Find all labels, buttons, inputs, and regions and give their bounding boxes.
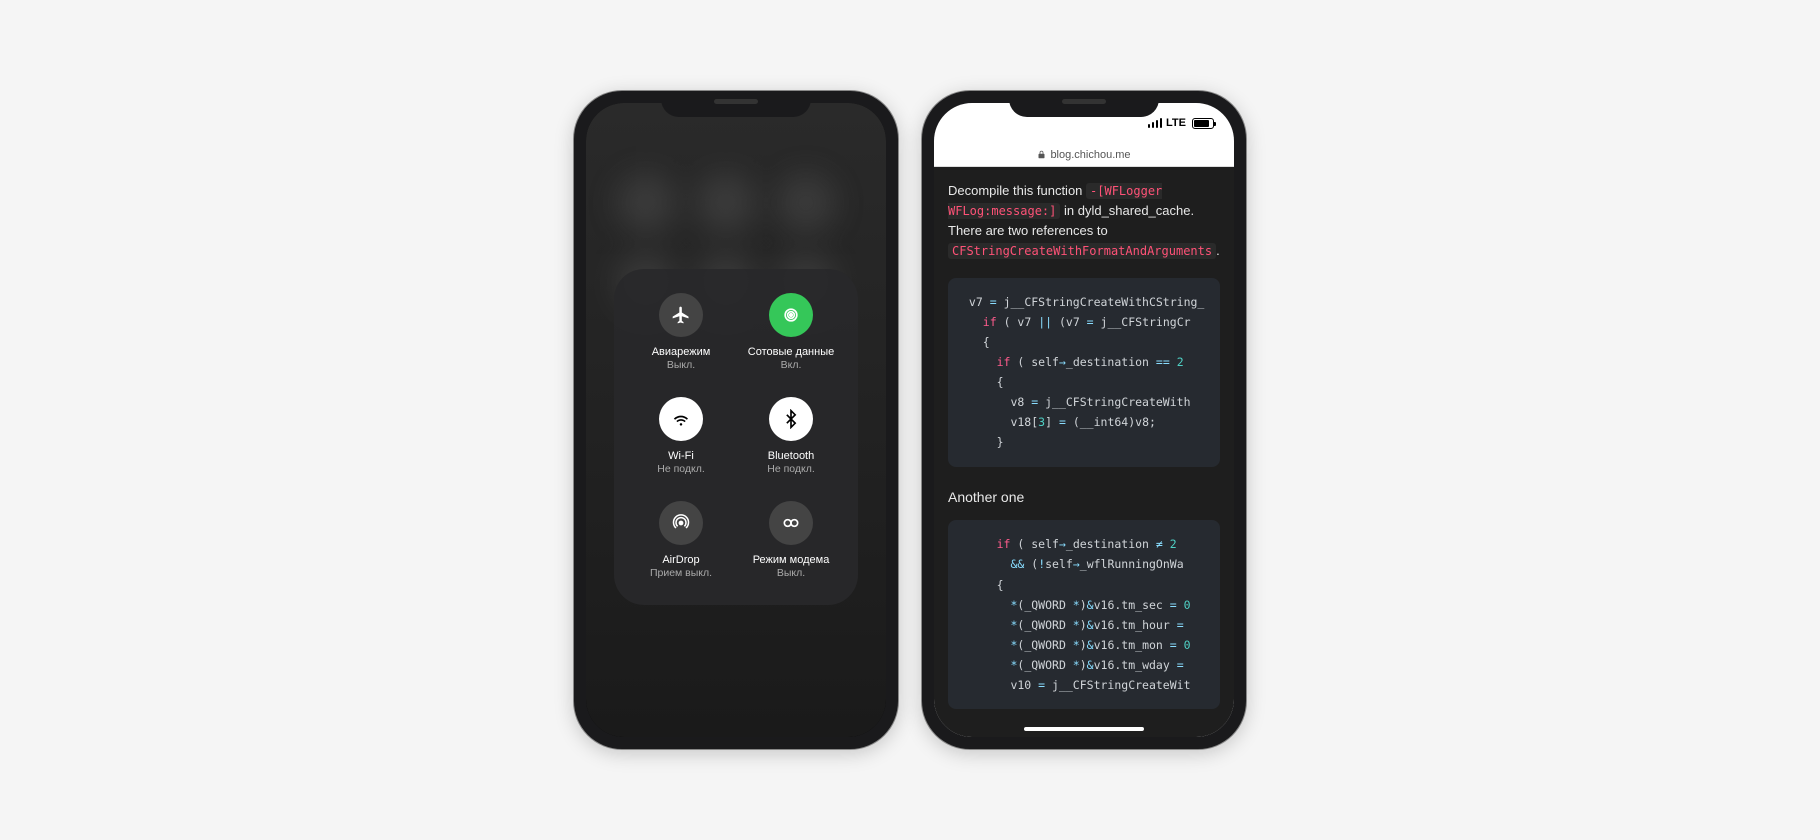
cellular-title: Сотовые данные [748, 345, 835, 359]
notch [661, 91, 811, 117]
home-indicator[interactable] [1024, 727, 1144, 731]
hotspot-icon [769, 501, 813, 545]
cellular-icon [769, 293, 813, 337]
wifi-icon [659, 397, 703, 441]
page-content[interactable]: Decompile this function -[WFLogger WFLog… [934, 167, 1234, 737]
wifi-title: Wi-Fi [668, 449, 694, 463]
network-label: LTE [1166, 117, 1186, 129]
phone-left: Авиарежим Выкл. Сотовые данные Вкл. Wi-F… [574, 91, 898, 749]
phone-pair: Авиарежим Выкл. Сотовые данные Вкл. Wi-F… [574, 91, 1246, 749]
hotspot-title: Режим модема [753, 553, 830, 567]
notch [1009, 91, 1159, 117]
code-block-2: if ( self→_destination ≠ 2 && (!self→_wf… [948, 520, 1220, 709]
code-block-1: v7 = j__CFStringCreateWithCString_ if ( … [948, 278, 1220, 467]
wifi-status: Не подкл. [657, 463, 705, 477]
cellular-data-toggle[interactable]: Сотовые данные Вкл. [736, 293, 846, 373]
screen-control-center: Авиарежим Выкл. Сотовые данные Вкл. Wi-F… [586, 103, 886, 737]
airdrop-toggle[interactable]: AirDrop Прием выкл. [626, 501, 736, 581]
airplane-title: Авиарежим [652, 345, 711, 359]
lock-icon [1037, 150, 1046, 159]
phone-right: LTE blog.chichou.me Decompile this funct… [922, 91, 1246, 749]
intro-paragraph: Decompile this function -[WFLogger WFLog… [948, 181, 1220, 262]
connectivity-panel[interactable]: Авиарежим Выкл. Сотовые данные Вкл. Wi-F… [614, 269, 858, 605]
signal-icon [1148, 118, 1163, 128]
bluetooth-status: Не подкл. [767, 463, 815, 477]
battery-icon [1192, 118, 1214, 129]
inline-code-2: CFStringCreateWithFormatAndArguments [948, 243, 1216, 259]
airdrop-icon [659, 501, 703, 545]
wifi-toggle[interactable]: Wi-Fi Не подкл. [626, 397, 736, 477]
subheading: Another one [948, 487, 1220, 509]
hotspot-status: Выкл. [777, 567, 805, 581]
airdrop-status: Прием выкл. [650, 567, 712, 581]
cellular-status: Вкл. [781, 359, 802, 373]
url-text: blog.chichou.me [1050, 149, 1130, 161]
bluetooth-icon [769, 397, 813, 441]
airplane-icon [659, 293, 703, 337]
address-bar[interactable]: blog.chichou.me [934, 143, 1234, 167]
airplane-mode-toggle[interactable]: Авиарежим Выкл. [626, 293, 736, 373]
bluetooth-title: Bluetooth [768, 449, 814, 463]
hotspot-toggle[interactable]: Режим модема Выкл. [736, 501, 846, 581]
bluetooth-toggle[interactable]: Bluetooth Не подкл. [736, 397, 846, 477]
screen-safari: LTE blog.chichou.me Decompile this funct… [934, 103, 1234, 737]
airplane-status: Выкл. [667, 359, 695, 373]
airdrop-title: AirDrop [662, 553, 699, 567]
